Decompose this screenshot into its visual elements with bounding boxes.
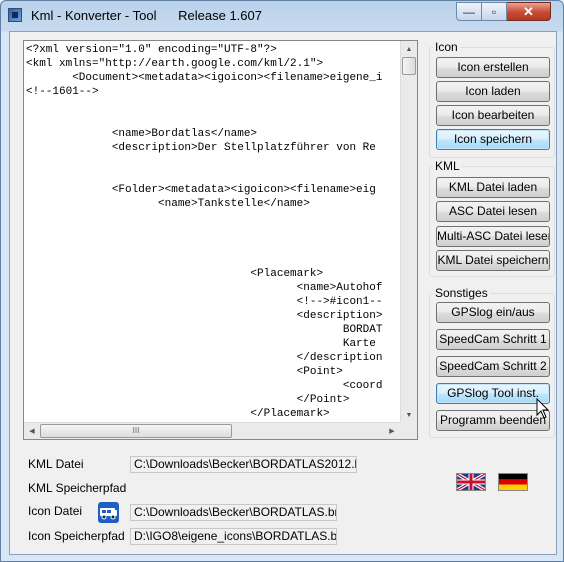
caption-buttons: — ▫ ✕ — [456, 2, 551, 21]
horizontal-scroll-thumb[interactable]: III — [40, 424, 232, 438]
xml-line: </Point> — [26, 394, 350, 406]
title-bar[interactable]: Kml - Konverter - Tool Release 1.607 — ▫… — [1, 1, 563, 31]
minimize-button[interactable]: — — [456, 2, 482, 21]
xml-line: <!-->#icon1-- — [26, 296, 383, 308]
scroll-down-icon[interactable]: ▼ — [401, 407, 417, 423]
motorhome-icon[interactable] — [98, 502, 119, 523]
window-title: Kml - Konverter - Tool Release 1.607 — [31, 8, 262, 23]
uk-flag-icon[interactable] — [456, 473, 486, 491]
kml-group-title: KML — [433, 159, 462, 173]
scroll-left-icon[interactable]: ◀ — [24, 423, 40, 439]
xml-line: <Document><metadata><igoicon><filename>e… — [26, 72, 383, 84]
xml-line: <description> — [26, 310, 383, 322]
xml-line: BORDAT — [26, 324, 383, 336]
scroll-corner — [400, 422, 417, 439]
icon-speichern-button[interactable]: Icon speichern — [436, 129, 550, 150]
xml-line: <name>Autohof — [26, 282, 383, 294]
xml-line: </Placemark> — [26, 408, 330, 420]
horizontal-scrollbar[interactable]: ◀ III ▶ — [24, 422, 400, 439]
mouse-pointer-icon — [536, 397, 550, 423]
german-flag-icon[interactable] — [498, 473, 528, 491]
icon-erstellen-button[interactable]: Icon erstellen — [436, 57, 550, 78]
xml-line: <description>Der Stellplatzführer von Re — [26, 142, 376, 154]
xml-line: <Folder><metadata><igoicon><filename>eig — [26, 184, 376, 196]
kml-datei-laden-button[interactable]: KML Datei laden — [436, 177, 550, 198]
app-icon — [8, 8, 22, 22]
window-client: <?xml version="1.0" encoding="UTF-8"?> <k… — [9, 31, 557, 555]
multi-asc-datei-lesen-button[interactable]: Multi-ASC Datei lesen — [436, 226, 550, 247]
icon-speicherpfad-label: Icon Speicherpfad — [28, 529, 125, 543]
icon-datei-label: Icon Datei — [28, 504, 83, 518]
kml-datei-label: KML Datei — [28, 457, 84, 471]
asc-datei-lesen-button[interactable]: ASC Datei lesen — [436, 201, 550, 222]
xml-line — [26, 211, 402, 225]
icon-speicherpfad-field: D:\IGO8\eigene_icons\BORDATLAS.bmp — [130, 528, 337, 545]
xml-line — [26, 99, 402, 113]
gpslog-tool-install-button[interactable]: GPSlog Tool inst. — [436, 383, 550, 404]
xml-line: <name>Bordatlas</name> — [26, 128, 258, 140]
icon-laden-button[interactable]: Icon laden — [436, 81, 550, 102]
close-icon: ✕ — [523, 3, 534, 19]
xml-line — [26, 239, 402, 253]
xml-line — [26, 253, 402, 267]
scroll-right-icon[interactable]: ▶ — [384, 423, 400, 439]
xml-line: </description — [26, 352, 383, 364]
kml-datei-field: C:\Downloads\Becker\BORDATLAS2012.kml — [130, 456, 357, 473]
kml-datei-speichern-button[interactable]: KML Datei speichern — [436, 250, 550, 271]
xml-line: <kml xmlns="http://earth.google.com/kml/… — [26, 58, 324, 70]
icon-datei-field: C:\Downloads\Becker\BORDATLAS.bmp — [130, 504, 337, 521]
app-window: Kml - Konverter - Tool Release 1.607 — ▫… — [0, 0, 564, 562]
maximize-icon: ▫ — [491, 4, 497, 19]
sonstiges-group-title: Sonstiges — [433, 286, 490, 300]
xml-line: <Point> — [26, 366, 343, 378]
xml-line — [26, 169, 402, 183]
scroll-up-icon[interactable]: ▲ — [401, 41, 417, 57]
xml-line — [26, 113, 402, 127]
xml-line: <?xml version="1.0" encoding="UTF-8"?> — [26, 44, 277, 56]
vertical-scroll-thumb[interactable] — [402, 57, 416, 75]
icon-bearbeiten-button[interactable]: Icon bearbeiten — [436, 105, 550, 126]
xml-content[interactable]: <?xml version="1.0" encoding="UTF-8"?> <k… — [26, 43, 402, 423]
icon-group-title: Icon — [433, 40, 460, 54]
minimize-icon: — — [463, 4, 475, 19]
xml-line: <coord — [26, 380, 383, 392]
maximize-button[interactable]: ▫ — [482, 2, 507, 21]
gpslog-toggle-button[interactable]: GPSlog ein/aus — [436, 302, 550, 323]
close-button[interactable]: ✕ — [507, 2, 551, 21]
xml-line: <!--1601--> — [26, 86, 99, 98]
programm-beenden-button[interactable]: Programm beenden — [436, 410, 550, 431]
speedcam-step1-button[interactable]: SpeedCam Schritt 1 — [436, 329, 550, 350]
xml-line — [26, 225, 402, 239]
kml-speicherpfad-label: KML Speicherpfad — [28, 481, 127, 495]
xml-line: <Placemark> — [26, 268, 324, 280]
vertical-scrollbar[interactable]: ▲ ▼ — [400, 41, 417, 423]
xml-line: <name>Tankstelle</name> — [26, 198, 310, 210]
xml-text-area[interactable]: <?xml version="1.0" encoding="UTF-8"?> <k… — [23, 40, 418, 440]
xml-line: Karte — [26, 338, 376, 350]
speedcam-step2-button[interactable]: SpeedCam Schritt 2 — [436, 356, 550, 377]
xml-line — [26, 155, 402, 169]
